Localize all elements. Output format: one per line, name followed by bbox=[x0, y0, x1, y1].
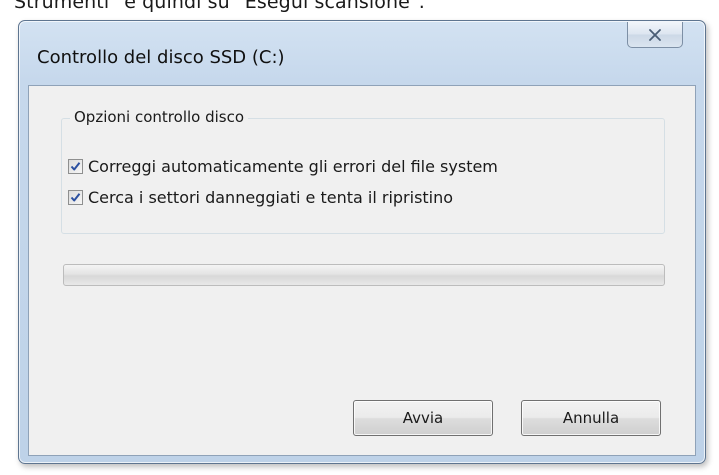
checkmark-icon bbox=[70, 192, 81, 201]
window-title: Controllo del disco SSD (C:) bbox=[37, 47, 285, 68]
close-x-icon bbox=[649, 28, 661, 41]
instruction-caption: Strumenti" e quindi su "Esegui scansione… bbox=[14, 0, 425, 13]
fix-errors-option[interactable]: Correggi automaticamente gli errori del … bbox=[68, 155, 498, 177]
fix-errors-label: Correggi automaticamente gli errori del … bbox=[88, 156, 498, 176]
dialog-client-area: Opzioni controllo disco Correggi automat… bbox=[28, 85, 696, 456]
progress-bar bbox=[63, 264, 665, 286]
group-legend: Opzioni controllo disco bbox=[70, 108, 249, 126]
scan-sectors-checkbox[interactable] bbox=[68, 189, 83, 205]
screenshot-page: Strumenti" e quindi su "Esegui scansione… bbox=[0, 0, 719, 475]
scan-sectors-label: Cerca i settori danneggiati e tenta il r… bbox=[88, 187, 454, 207]
check-disk-dialog: Controllo del disco SSD (C:) Opzioni con… bbox=[18, 20, 706, 464]
checkmark-icon bbox=[70, 161, 81, 170]
fix-errors-checkbox[interactable] bbox=[68, 158, 83, 174]
title-bar[interactable]: Controllo del disco SSD (C:) bbox=[19, 21, 705, 73]
scan-sectors-option[interactable]: Cerca i settori danneggiati e tenta il r… bbox=[68, 186, 453, 208]
cancel-button[interactable]: Annulla bbox=[521, 400, 661, 436]
disk-options-group: Opzioni controllo disco Correggi automat… bbox=[61, 108, 665, 234]
start-button[interactable]: Avvia bbox=[353, 400, 493, 436]
close-button[interactable] bbox=[627, 22, 683, 48]
